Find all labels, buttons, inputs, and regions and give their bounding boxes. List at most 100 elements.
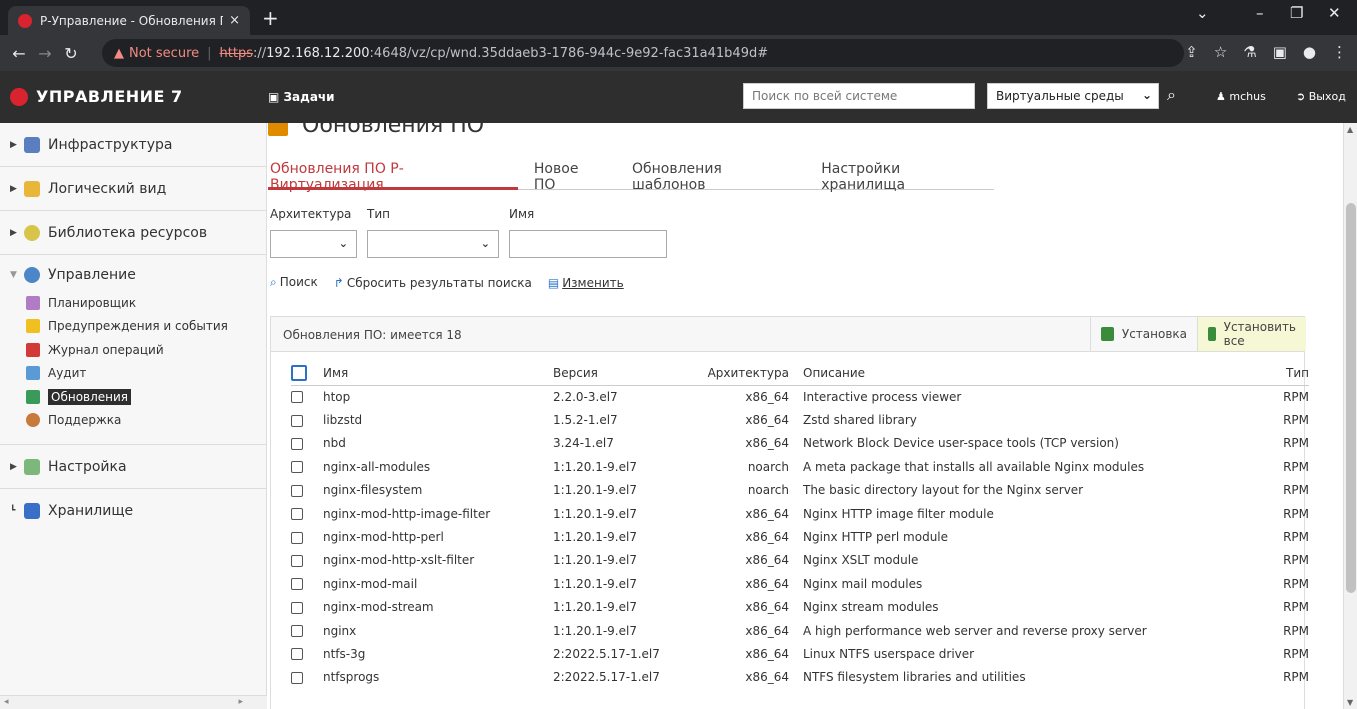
sidebar-horizontal-scrollbar[interactable]: ◂ ▸ — [0, 695, 267, 709]
minimize-icon[interactable]: – — [1256, 4, 1264, 22]
table-row[interactable]: nginx-mod-http-xslt-filter 1:1.20.1-9.el7… — [291, 549, 1309, 572]
row-checkbox[interactable] — [291, 578, 303, 591]
share-icon[interactable]: ⇪ — [1185, 43, 1198, 61]
menu-icon[interactable]: ⋮ — [1332, 43, 1347, 61]
cell-desc: A meta package that installs all availab… — [803, 459, 1145, 474]
new-tab-button[interactable]: + — [262, 6, 279, 30]
install-all-button[interactable]: Установить все — [1197, 317, 1306, 351]
global-search-input[interactable]: Поиск по всей системе — [743, 83, 975, 109]
row-checkbox[interactable] — [291, 484, 303, 497]
cell-version: 1:1.20.1-9.el7 — [553, 600, 637, 615]
row-checkbox[interactable] — [291, 391, 303, 404]
table-row[interactable]: nginx-all-modules 1:1.20.1-9.el7 noarch A m… — [291, 455, 1309, 478]
row-checkbox[interactable] — [291, 554, 303, 567]
cell-name: nginx-mod-http-image-filter — [323, 506, 491, 521]
type-select[interactable]: ⌄ — [367, 230, 499, 258]
row-checkbox[interactable] — [291, 437, 303, 450]
row-checkbox[interactable] — [291, 414, 303, 427]
logo-icon — [10, 87, 28, 106]
table-row[interactable]: libzstd 1.5.2-1.el7 x86_64 Zstd shared libr… — [291, 408, 1309, 431]
table-row[interactable]: nginx-mod-stream 1:1.20.1-9.el7 x86_64 Ngin… — [291, 596, 1309, 619]
cell-arch: x86_64 — [745, 670, 789, 685]
lab-icon[interactable]: ⚗ — [1243, 43, 1256, 61]
sidebar-item-management[interactable]: ▼ Управление — [10, 267, 266, 283]
tab-rvirt-updates[interactable]: Обновления ПО Р-Виртуализация — [268, 153, 518, 193]
page-vertical-scrollbar[interactable]: ▲ ▼ — [1343, 123, 1357, 709]
table-row[interactable]: nginx-mod-http-perl 1:1.20.1-9.el7 x86_64 N… — [291, 525, 1309, 548]
cell-version: 1:1.20.1-9.el7 — [553, 506, 637, 521]
row-select-cell — [291, 432, 323, 455]
sidebar-sublabel: Предупреждения и события — [48, 319, 228, 334]
log-icon — [26, 342, 40, 357]
sidebar-item-updates[interactable]: Обновления — [10, 385, 266, 409]
browser-tab[interactable]: Р-Управление - Обновления ПС × — [8, 6, 250, 35]
select-all-checkbox[interactable] — [291, 364, 307, 381]
sidebar-item-resource-library[interactable]: ▶ Библиотека ресурсов — [0, 211, 266, 255]
user-menu[interactable]: ♟ mchus — [1216, 90, 1266, 103]
table-row[interactable]: nginx-mod-mail 1:1.20.1-9.el7 x86_64 Nginx … — [291, 572, 1309, 595]
table-row[interactable]: ntfs-3g 2:2022.5.17-1.el7 x86_64 Linux NTFS… — [291, 642, 1309, 665]
profile-icon[interactable]: ● — [1303, 43, 1316, 61]
col-arch[interactable]: Архитектура — [703, 361, 803, 386]
table-row[interactable]: nginx 1:1.20.1-9.el7 x86_64 A high performa… — [291, 619, 1309, 642]
close-tab-icon[interactable]: × — [229, 13, 240, 28]
url-host: 192.168.12.200 — [266, 45, 370, 61]
cell-arch: x86_64 — [745, 436, 789, 451]
tab-new-software[interactable]: Новое ПО — [518, 153, 616, 193]
table-row[interactable]: nginx-filesystem 1:1.20.1-9.el7 noarch The … — [291, 479, 1309, 502]
search-scope-select[interactable]: Виртуальные среды ⌄ — [987, 83, 1159, 109]
maximize-icon[interactable]: ❐ — [1290, 4, 1303, 22]
table-row[interactable]: nbd 3.24-1.el7 x86_64 Network Block Device … — [291, 432, 1309, 455]
cell-arch: x86_64 — [745, 600, 789, 615]
install-button[interactable]: Установка — [1090, 317, 1197, 351]
tasks-link[interactable]: ▣ Задачи — [268, 90, 335, 104]
row-checkbox[interactable] — [291, 531, 303, 544]
cell-desc: Zstd shared library — [803, 413, 917, 428]
sidebar-item-support[interactable]: Поддержка — [10, 409, 266, 433]
sidebar-item-storage[interactable]: ┗ Хранилище — [0, 489, 266, 533]
row-checkbox[interactable] — [291, 601, 303, 614]
cell-type: RPM — [1283, 623, 1309, 638]
logout-button[interactable]: ➲ Выход — [1296, 90, 1346, 103]
sidebar-item-settings[interactable]: ▶ Настройка — [0, 445, 266, 489]
row-checkbox[interactable] — [291, 671, 303, 684]
table-row[interactable]: ntfsprogs 2:2022.5.17-1.el7 x86_64 NTFS fil… — [291, 666, 1309, 689]
sidebar-item-audit[interactable]: Аудит — [10, 362, 266, 386]
scroll-thumb[interactable] — [1346, 203, 1356, 593]
url-field[interactable]: ▲ Not secure | https://192.168.12.200:46… — [102, 39, 1184, 67]
table-row[interactable]: htop 2.2.0-3.el7 x86_64 Interactive process… — [291, 385, 1309, 408]
sidebar-item-operations-log[interactable]: Журнал операций — [10, 338, 266, 362]
sidebar-item-scheduler[interactable]: Планировщик — [10, 291, 266, 315]
tab-search-icon[interactable]: ⌄ — [1196, 4, 1209, 22]
row-checkbox[interactable] — [291, 648, 303, 661]
row-checkbox[interactable] — [291, 625, 303, 638]
app-logo[interactable]: УПРАВЛЕНИЕ 7 — [10, 87, 183, 106]
change-button[interactable]: ▤ Изменить — [548, 276, 624, 290]
search-button[interactable]: ⌕ Поиск — [270, 275, 318, 290]
name-input[interactable] — [509, 230, 667, 258]
tab-storage-settings[interactable]: Настройки хранилища — [805, 153, 994, 193]
sidebar-item-logical-view[interactable]: ▶ Логический вид — [0, 167, 266, 211]
search-icon[interactable]: ⌕ — [1167, 85, 1176, 105]
col-version[interactable]: Версия — [553, 361, 703, 386]
bookmark-star-icon[interactable]: ☆ — [1214, 43, 1227, 61]
row-checkbox[interactable] — [291, 461, 303, 474]
col-name[interactable]: Имя — [323, 361, 553, 386]
table-row[interactable]: nginx-mod-http-image-filter 1:1.20.1-9.el… — [291, 502, 1309, 525]
sidebar-label: Инфраструктура — [48, 136, 173, 153]
forward-icon[interactable]: → — [32, 44, 58, 63]
cell-version: 1.5.2-1.el7 — [553, 413, 618, 428]
sidebar-item-infrastructure[interactable]: ▶ Инфраструктура — [0, 123, 266, 167]
row-checkbox[interactable] — [291, 508, 303, 521]
cell-arch: noarch — [747, 483, 789, 498]
sidepanel-icon[interactable]: ▣ — [1273, 43, 1287, 61]
sidebar-item-alerts[interactable]: Предупреждения и события — [10, 315, 266, 339]
back-icon[interactable]: ← — [6, 44, 32, 63]
reset-search-button[interactable]: ↱ Сбросить результаты поиска — [334, 276, 532, 290]
col-desc[interactable]: Описание — [803, 361, 1243, 386]
tab-template-updates[interactable]: Обновления шаблонов — [616, 153, 805, 193]
arch-select[interactable]: ⌄ — [270, 230, 357, 258]
reload-icon[interactable]: ↻ — [58, 44, 84, 63]
col-type[interactable]: Тип — [1243, 361, 1309, 386]
close-window-icon[interactable]: ✕ — [1328, 4, 1341, 22]
